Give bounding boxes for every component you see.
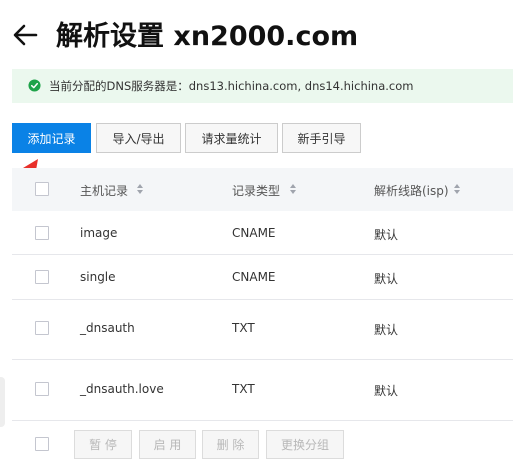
table-row: _dnsauth TXT 默认 bbox=[12, 300, 513, 360]
sort-icon[interactable] bbox=[136, 183, 144, 195]
sort-icon[interactable] bbox=[289, 183, 297, 195]
check-circle-icon bbox=[28, 79, 41, 92]
line-cell: 默认 bbox=[374, 323, 399, 337]
back-arrow-icon[interactable] bbox=[10, 20, 40, 50]
footer-select-all-checkbox[interactable] bbox=[35, 437, 49, 451]
column-header-type: 记录类型 bbox=[232, 184, 281, 198]
dns-server-banner: 当前分配的DNS服务器是：dns13.hichina.com, dns14.hi… bbox=[12, 69, 513, 103]
page-header: 解析设置 xn2000.com bbox=[0, 0, 513, 70]
beginner-guide-button[interactable]: 新手引导 bbox=[282, 123, 361, 153]
change-group-button[interactable]: 更换分组 bbox=[266, 430, 344, 459]
add-record-button[interactable]: 添加记录 bbox=[12, 123, 91, 153]
page-title: 解析设置 xn2000.com bbox=[56, 21, 359, 52]
sort-icon[interactable] bbox=[453, 183, 461, 195]
table-header: 主机记录 记录类型 解析线路(isp) bbox=[12, 168, 513, 211]
side-tab[interactable] bbox=[0, 377, 5, 427]
type-cell: CNAME bbox=[232, 226, 276, 240]
row-checkbox[interactable] bbox=[35, 270, 49, 284]
line-cell: 默认 bbox=[374, 228, 399, 242]
column-header-host: 主机记录 bbox=[80, 184, 129, 198]
line-cell: 默认 bbox=[374, 272, 399, 286]
table-row: _dnsauth.love TXT 默认 bbox=[12, 360, 513, 421]
line-cell: 默认 bbox=[374, 384, 399, 398]
pause-button[interactable]: 暂 停 bbox=[74, 430, 132, 459]
host-cell: _dnsauth.love bbox=[80, 382, 164, 396]
enable-button[interactable]: 启 用 bbox=[139, 430, 196, 459]
dns-server-text: 当前分配的DNS服务器是：dns13.hichina.com, dns14.hi… bbox=[49, 79, 414, 93]
host-cell: image bbox=[80, 226, 118, 240]
type-cell: CNAME bbox=[232, 270, 276, 284]
select-all-checkbox[interactable] bbox=[35, 182, 49, 196]
request-stats-button[interactable]: 请求量统计 bbox=[185, 123, 278, 153]
row-checkbox[interactable] bbox=[35, 382, 49, 396]
table-row: single CNAME 默认 bbox=[12, 255, 513, 300]
delete-button[interactable]: 删 除 bbox=[202, 430, 259, 459]
host-cell: _dnsauth bbox=[80, 321, 135, 335]
import-export-button[interactable]: 导入/导出 bbox=[96, 123, 181, 153]
type-cell: TXT bbox=[232, 382, 255, 396]
table-row: image CNAME 默认 bbox=[12, 211, 513, 255]
column-header-line: 解析线路(isp) bbox=[374, 184, 449, 198]
row-checkbox[interactable] bbox=[35, 226, 49, 240]
row-checkbox[interactable] bbox=[35, 321, 49, 335]
host-cell: single bbox=[80, 270, 116, 284]
type-cell: TXT bbox=[232, 321, 255, 335]
